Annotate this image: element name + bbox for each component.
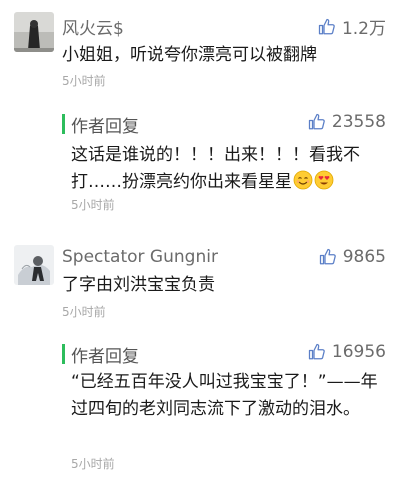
comment-text: 了字由刘洪宝宝负责 — [62, 275, 215, 295]
thumbs-up-icon — [318, 18, 335, 34]
smiling-face-icon — [293, 170, 313, 199]
avatar[interactable] — [14, 245, 54, 285]
thumbs-up-icon — [308, 113, 325, 130]
comment-time: 5小时前 — [62, 74, 106, 88]
reply-accent-bar — [62, 114, 65, 134]
reply-like-button[interactable]: 23558 — [308, 112, 386, 132]
like-button[interactable]: 9865 — [319, 247, 386, 267]
like-button[interactable]: 1.2万 — [318, 14, 386, 39]
reply-like-button[interactable]: 16956 — [308, 342, 386, 362]
comment-item: Spectator Gungnir 9865 了字由刘洪宝宝负责 5小时前 作者… — [0, 235, 400, 485]
comment-author[interactable]: 风火云$ — [62, 14, 124, 39]
reply-time: 5小时前 — [71, 457, 115, 471]
reply-like-count: 16956 — [331, 342, 386, 362]
thumbs-up-icon — [319, 248, 336, 265]
reply-accent-bar — [62, 344, 65, 364]
like-count: 9865 — [342, 247, 386, 267]
reply-time: 5小时前 — [71, 198, 115, 212]
comment-time: 5小时前 — [62, 305, 106, 319]
like-count: 1.2万 — [341, 19, 386, 39]
avatar-image — [14, 12, 54, 52]
avatar-image — [14, 245, 54, 285]
avatar[interactable] — [14, 12, 54, 52]
reply-label: 作者回复 — [71, 117, 139, 137]
comment-text: 小姐姐，听说夸你漂亮可以被翻牌 — [62, 45, 317, 65]
reply-text: 这话是谁说的！！！出来！！！看我不打……扮漂亮约你出来看星星 — [71, 142, 386, 199]
reply-like-count: 23558 — [331, 112, 386, 132]
comment-item: 风火云$ 1.2万 小姐姐，听说夸你漂亮可以被翻牌 5小时前 作者回复 2355… — [0, 0, 400, 235]
reply-text: “已经五百年没人叫过我宝宝了！”——年过四旬的老刘同志流下了激动的泪水。 — [71, 372, 378, 419]
thumbs-up-icon — [308, 343, 325, 360]
comment-author[interactable]: Spectator Gungnir — [62, 247, 218, 267]
reply-label: 作者回复 — [71, 347, 139, 367]
heart-eyes-face-icon — [314, 170, 334, 199]
